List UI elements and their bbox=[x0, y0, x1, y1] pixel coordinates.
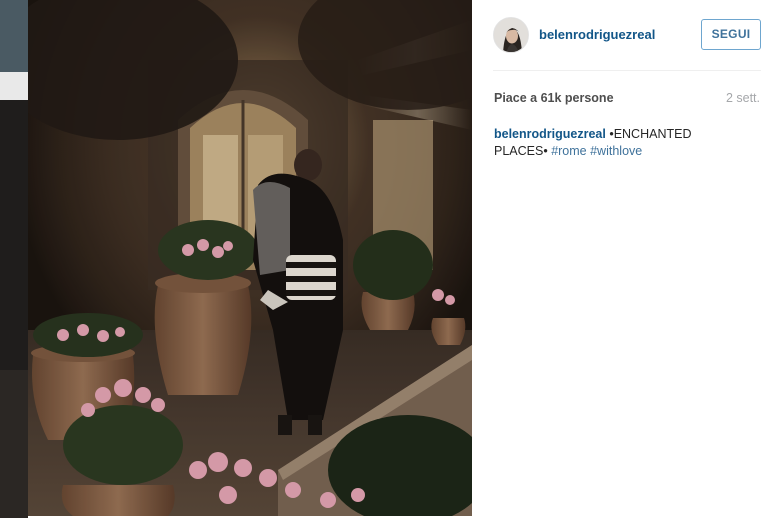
background-band bbox=[0, 72, 28, 100]
header-divider bbox=[493, 70, 761, 71]
background-top-block bbox=[0, 0, 28, 72]
background-lower-block bbox=[0, 370, 28, 518]
post-header: belenrodriguezreal SEGUI bbox=[472, 0, 767, 70]
post-photo bbox=[28, 0, 472, 516]
hashtag-link[interactable]: #rome bbox=[551, 144, 586, 158]
profile-avatar[interactable] bbox=[493, 17, 529, 53]
avatar-image bbox=[494, 18, 528, 52]
likes-count[interactable]: Piace a 61k persone bbox=[494, 91, 614, 105]
hashtag-link[interactable]: #withlove bbox=[590, 144, 642, 158]
post-info-panel: belenrodriguezreal SEGUI Piace a 61k per… bbox=[472, 0, 767, 518]
caption-username-link[interactable]: belenrodriguezreal bbox=[494, 127, 606, 141]
post-timestamp[interactable]: 2 sett. bbox=[726, 91, 760, 105]
post-caption: belenrodriguezreal •ENCHANTED PLACES• #r… bbox=[494, 126, 724, 160]
follow-button[interactable]: SEGUI bbox=[701, 19, 761, 50]
background-page bbox=[0, 0, 28, 518]
profile-username-link[interactable]: belenrodriguezreal bbox=[539, 27, 655, 42]
